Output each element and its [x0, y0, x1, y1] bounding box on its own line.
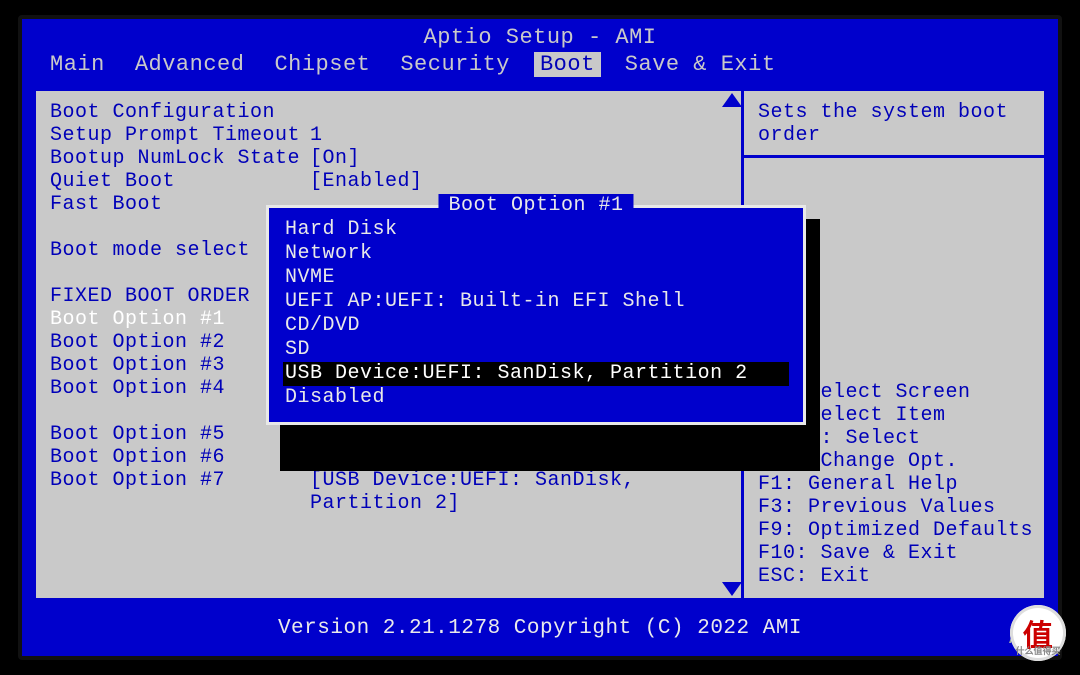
config-label: Bootup NumLock State — [50, 147, 310, 170]
tab-chipset[interactable]: Chipset — [268, 52, 376, 77]
bios-tabs: Main Advanced Chipset Security Boot Save & Ex… — [22, 52, 1058, 81]
popup-option[interactable]: CD/DVD — [283, 314, 789, 338]
bios-screen: Aptio Setup - AMI Main Advanced Chipset Sec… — [18, 15, 1062, 660]
help-divider — [744, 155, 1044, 158]
boot-option-label: Boot Option #6 — [50, 446, 310, 469]
popup-option[interactable]: UEFI AP:UEFI: Built-in EFI Shell — [283, 290, 789, 314]
boot-option-label: Boot Option #5 — [50, 423, 310, 446]
help-key-line: F10: Save & Exit — [758, 542, 1030, 565]
tab-boot[interactable]: Boot — [534, 52, 601, 77]
popup-option[interactable]: USB Device:UEFI: SanDisk, Partition 2 — [283, 362, 789, 386]
popup-option[interactable]: Hard Disk — [283, 218, 789, 242]
watermark-sub: 什么值得买 — [1015, 644, 1060, 657]
popup-title: Boot Option #1 — [438, 194, 633, 218]
help-key-line: F1: General Help — [758, 473, 1030, 496]
tab-security[interactable]: Security — [394, 52, 516, 77]
config-value: 1 — [310, 124, 727, 147]
config-value: [Enabled] — [310, 170, 727, 193]
tab-main[interactable]: Main — [44, 52, 111, 77]
bios-footer: Version 2.21.1278 Copyright (C) 2022 AMI… — [22, 603, 1058, 656]
context-help: Sets the system boot order — [758, 101, 1030, 147]
boot-option-label: Boot Option #7 — [50, 469, 310, 515]
scroll-up-icon[interactable] — [722, 93, 742, 107]
config-value: [On] — [310, 147, 727, 170]
popup-option[interactable]: SD — [283, 338, 789, 362]
scroll-down-icon[interactable] — [722, 582, 742, 596]
boot-config-header: Boot Configuration — [50, 101, 727, 124]
help-key-line: F9: Optimized Defaults — [758, 519, 1030, 542]
popup-option[interactable]: NVME — [283, 266, 789, 290]
boot-option-value: [USB Device:UEFI: SanDisk, Partition 2] — [310, 469, 727, 515]
bios-title: Aptio Setup - AMI — [22, 19, 1058, 52]
tab-advanced[interactable]: Advanced — [129, 52, 251, 77]
popup-option[interactable]: Network — [283, 242, 789, 266]
config-row[interactable]: Bootup NumLock State[On] — [50, 147, 727, 170]
config-row[interactable]: Quiet Boot[Enabled] — [50, 170, 727, 193]
version-string: Version 2.21.1278 Copyright (C) 2022 AMI — [278, 617, 802, 640]
popup-title-text: Boot Option #1 — [448, 194, 623, 217]
boot-option-row[interactable]: Boot Option #7[USB Device:UEFI: SanDisk,… — [50, 469, 727, 515]
help-key-line: F3: Previous Values — [758, 496, 1030, 519]
help-key-line: ESC: Exit — [758, 565, 1030, 588]
popup-option[interactable]: Disabled — [283, 386, 789, 410]
config-label: Setup Prompt Timeout — [50, 124, 310, 147]
boot-option-popup: Boot Option #1 Hard DiskNetworkNVMEUEFI … — [266, 205, 806, 425]
watermark-badge: 值 什么值得买 — [1010, 605, 1066, 661]
tab-save-exit[interactable]: Save & Exit — [619, 52, 782, 77]
config-label: Quiet Boot — [50, 170, 310, 193]
config-row[interactable]: Setup Prompt Timeout1 — [50, 124, 727, 147]
